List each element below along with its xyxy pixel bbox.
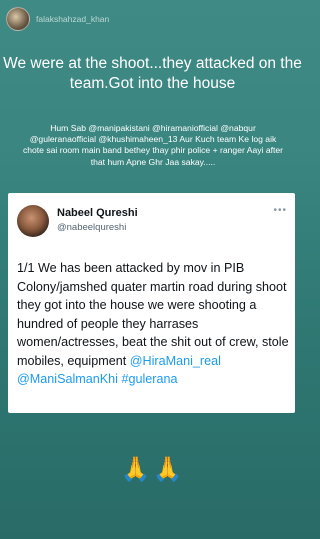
tweet-card[interactable]: Nabeel Qureshi @nabeelqureshi ••• 1/1 We…: [8, 193, 295, 413]
tweet-hashtag[interactable]: #gulerana: [121, 372, 177, 386]
tweet-text-main: 1/1 We has been attacked by mov in PIB C…: [17, 261, 289, 368]
story-username[interactable]: falakshahzad_khan: [36, 14, 109, 24]
more-options-icon[interactable]: •••: [273, 205, 287, 216]
praying-hands-emoji: 🙏🙏: [120, 455, 185, 483]
tweet-author-name[interactable]: Nabeel Qureshi: [57, 207, 138, 219]
story-header: falakshahzad_khan: [6, 7, 109, 31]
tweet-text: 1/1 We has been attacked by mov in PIB C…: [17, 259, 289, 389]
profile-avatar[interactable]: [6, 7, 30, 31]
story-caption: Hum Sab @manipakistani @hiramaniofficial…: [22, 123, 284, 167]
tweet-mention-manisalman[interactable]: @ManiSalmanKhi: [17, 372, 118, 386]
tweet-author-handle[interactable]: @nabeelqureshi: [57, 222, 126, 233]
tweet-author-avatar[interactable]: [17, 205, 49, 237]
story-headline: We were at the shoot...they attacked on …: [3, 55, 302, 92]
tweet-mention-hiramani[interactable]: @HiraMani_real: [130, 354, 221, 368]
